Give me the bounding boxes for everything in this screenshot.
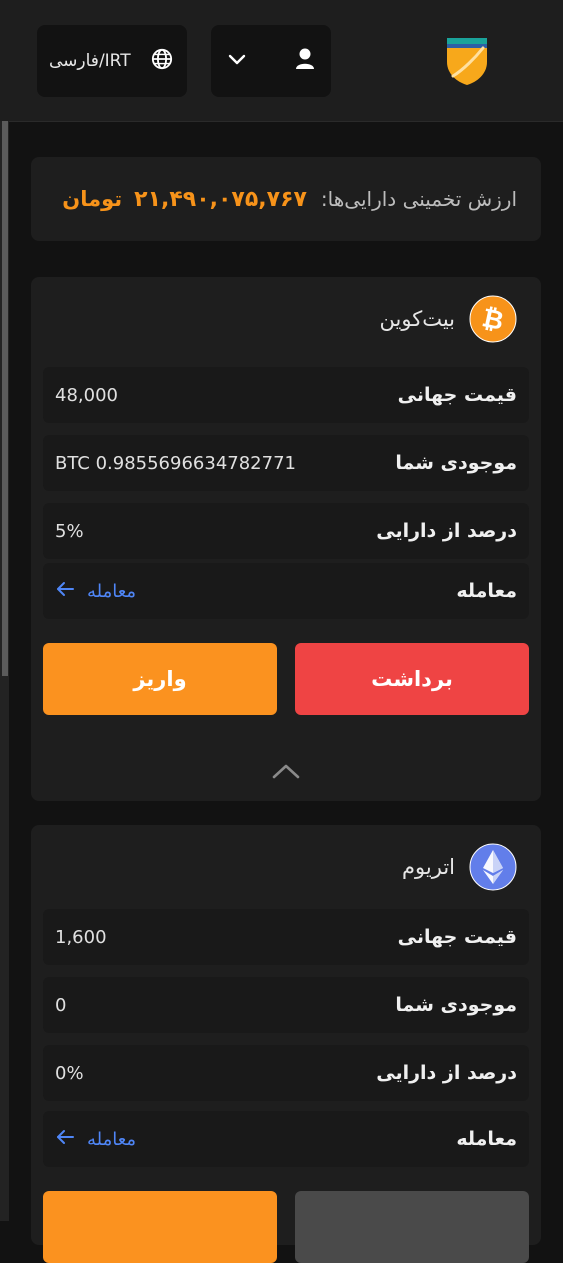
user-menu-button[interactable] [211,25,331,97]
bitcoin-icon: ₿ [469,295,517,343]
portfolio-summary: ارزش تخمینی دارایی‌ها: ۲۱,۴۹۰,۰۷۵,۷۶۷ تو… [31,157,541,241]
trade-link-label: معامله [87,1128,137,1150]
asset-card-header: اتریوم [31,825,541,909]
balance-value: BTC 0.9855696634782771 [55,452,296,474]
balance-label: موجودی شما [395,994,517,1016]
language-currency-label: فارسی/IRT [49,51,131,71]
portfolio-value-label: ارزش تخمینی دارایی‌ها: [320,187,517,211]
percent-label: درصد از دارایی [376,1062,517,1084]
percent-label: درصد از دارایی [376,520,517,542]
asset-card-header: بیت‌کوین ₿ [31,277,541,361]
deposit-button[interactable] [43,1191,277,1263]
trade-label: معامله [456,1128,517,1150]
balance-value: 0 [55,994,67,1016]
trade-label: معامله [456,580,517,602]
globe-icon [151,48,173,74]
balance-row: 0 موجودی شما [43,977,529,1033]
percent-value: 5% [55,520,84,542]
trade-link[interactable]: معامله [55,581,136,602]
percent-row: 0% درصد از دارایی [43,1045,529,1101]
chevron-up-icon[interactable] [269,761,303,781]
asset-name: اتریوم [402,855,455,879]
user-icon [295,47,315,75]
trade-link[interactable]: معامله [55,1129,136,1150]
global-price-label: قیمت جهانی [397,926,517,948]
global-price-label: قیمت جهانی [397,384,517,406]
global-price-row: 1,600 قیمت جهانی [43,909,529,965]
global-price-value: 1,600 [55,926,107,948]
portfolio-value: ۲۱,۴۹۰,۰۷۵,۷۶۷ [134,186,307,212]
global-price-value: 48,000 [55,384,118,406]
portfolio-value-unit: تومان [62,187,123,211]
language-currency-selector[interactable]: فارسی/IRT [37,25,187,97]
scrollbar-thumb[interactable] [2,121,8,676]
balance-row: BTC 0.9855696634782771 موجودی شما [43,435,529,491]
page-scrollbar[interactable] [0,121,9,1221]
balance-label: موجودی شما [395,452,517,474]
deposit-button[interactable]: واریز [43,643,277,715]
arrow-left-icon [55,581,75,602]
shield-logo[interactable] [443,32,491,86]
percent-value: 0% [55,1062,84,1084]
trade-row: معامله معامله [43,1111,529,1167]
withdraw-button[interactable]: برداشت [295,643,529,715]
asset-card-ethereum: اتریوم 1,600 قیمت جهانی 0 موجودی شما 0% … [31,825,541,1263]
asset-name: بیت‌کوین [379,307,455,331]
arrow-left-icon [55,1129,75,1150]
global-price-row: 48,000 قیمت جهانی [43,367,529,423]
chevron-down-icon [227,52,247,71]
trade-row: معامله معامله [43,563,529,619]
trade-link-label: معامله [87,580,137,602]
top-header: فارسی/IRT [0,0,563,122]
withdraw-button[interactable] [295,1191,529,1263]
percent-row: 5% درصد از دارایی [43,503,529,559]
ethereum-icon [469,843,517,891]
asset-card-bitcoin: بیت‌کوین ₿ 48,000 قیمت جهانی BTC 0.98556… [31,277,541,801]
